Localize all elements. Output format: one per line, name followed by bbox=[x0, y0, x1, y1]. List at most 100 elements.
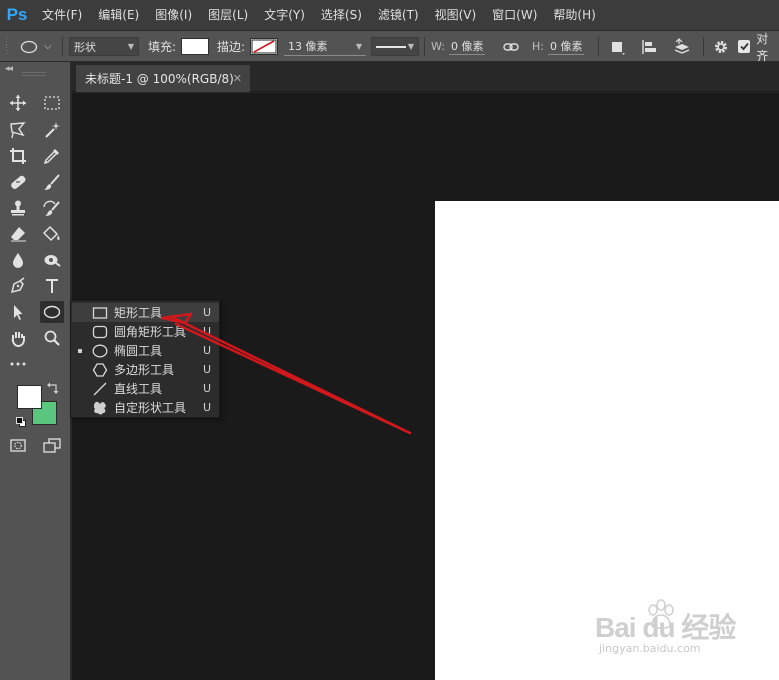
document-tab-bar: 未标题-1 @ 100%(RGB/8) ✕ bbox=[72, 62, 779, 92]
menu-window[interactable]: 窗口(W) bbox=[484, 0, 545, 30]
stroke-color-swatch[interactable] bbox=[250, 38, 279, 55]
flyout-item-label: 多边形工具 bbox=[114, 363, 175, 377]
stroke-type-dropdown[interactable]: ▼ bbox=[371, 37, 419, 56]
chevron-down-icon: ▼ bbox=[355, 41, 362, 51]
fill-color-swatch[interactable] bbox=[181, 38, 210, 55]
eyedropper-tool[interactable] bbox=[40, 145, 64, 167]
lasso-tool[interactable] bbox=[6, 119, 30, 141]
move-icon bbox=[10, 95, 26, 111]
ellipse-icon bbox=[43, 305, 61, 319]
height-field[interactable]: 0 像素 bbox=[547, 38, 585, 55]
default-colors-icon[interactable] bbox=[16, 416, 26, 427]
chevron-down-icon: ▼ bbox=[127, 42, 134, 51]
stroke-label: 描边: bbox=[217, 40, 246, 54]
link-icon bbox=[503, 42, 519, 51]
ellipse-icon bbox=[20, 40, 38, 53]
menu-help[interactable]: 帮助(H) bbox=[545, 0, 603, 30]
flyout-item-shortcut: U bbox=[203, 306, 212, 319]
rectangle-icon bbox=[92, 305, 108, 321]
path-arrangement-button[interactable] bbox=[672, 31, 696, 62]
flyout-item-polygon-tool[interactable]: 多边形工具 U bbox=[72, 360, 219, 379]
magic-wand-icon bbox=[45, 122, 60, 138]
mode-dropdown[interactable]: 形状 ▼ bbox=[69, 37, 139, 56]
flyout-item-custom-shape-tool[interactable]: 自定形状工具 U bbox=[72, 398, 219, 417]
menu-filter[interactable]: 滤镜(T) bbox=[370, 0, 427, 30]
polygonal-lasso-icon bbox=[10, 122, 26, 139]
type-tool[interactable] bbox=[40, 275, 64, 297]
magnifier-icon bbox=[44, 330, 60, 346]
hand-icon bbox=[11, 332, 25, 347]
zoom-tool[interactable] bbox=[40, 327, 64, 349]
checkmark-icon bbox=[740, 42, 749, 51]
path-operations-button[interactable] bbox=[608, 31, 630, 62]
polygon-icon bbox=[92, 362, 108, 378]
flyout-item-rounded-rectangle-tool[interactable]: 圆角矩形工具 U bbox=[72, 322, 219, 341]
line-icon bbox=[92, 381, 108, 397]
dodge-icon bbox=[44, 255, 61, 267]
menu-bar: Ps 文件(F) 编辑(E) 图像(I) 图层(L) 文字(Y) 选择(S) 滤… bbox=[0, 0, 779, 30]
menu-file[interactable]: 文件(F) bbox=[34, 0, 90, 30]
flyout-item-rectangle-tool[interactable]: 矩形工具 U bbox=[72, 303, 219, 322]
clone-stamp-tool[interactable] bbox=[6, 197, 30, 219]
water-drop-icon bbox=[13, 253, 23, 268]
menu-view[interactable]: 视图(V) bbox=[427, 0, 485, 30]
geometry-options-button[interactable] bbox=[713, 31, 731, 62]
blur-tool[interactable] bbox=[6, 249, 30, 271]
history-brush-tool[interactable] bbox=[40, 197, 64, 219]
arrange-layers-icon bbox=[674, 37, 690, 54]
baidu-watermark: Bai du 经验 jingyan.baidu.com bbox=[595, 598, 745, 662]
screen-mode-button[interactable] bbox=[40, 434, 64, 456]
tool-preset-picker[interactable]: ⌵ bbox=[20, 31, 58, 62]
magic-wand-tool[interactable] bbox=[40, 119, 64, 141]
path-alignment-button[interactable] bbox=[640, 31, 662, 62]
flyout-item-shortcut: U bbox=[203, 363, 212, 376]
gear-icon bbox=[715, 40, 727, 53]
document-tab[interactable]: 未标题-1 @ 100%(RGB/8) ✕ bbox=[76, 65, 250, 92]
menu-layer[interactable]: 图层(L) bbox=[200, 0, 256, 30]
flyout-item-label: 矩形工具 bbox=[114, 306, 163, 320]
menu-select[interactable]: 选择(S) bbox=[313, 0, 370, 30]
flyout-item-label: 直线工具 bbox=[114, 382, 163, 396]
bandage-icon bbox=[11, 175, 26, 189]
link-dimensions-button[interactable] bbox=[503, 31, 519, 62]
rounded-rectangle-icon bbox=[92, 324, 108, 340]
move-tool[interactable] bbox=[6, 92, 30, 114]
eraser-tool[interactable] bbox=[6, 223, 30, 245]
chevron-down-icon: ⌵ bbox=[44, 41, 52, 52]
foreground-color-swatch[interactable] bbox=[17, 385, 42, 409]
custom-shape-icon bbox=[92, 400, 108, 416]
menu-image[interactable]: 图像(I) bbox=[147, 0, 200, 30]
paint-bucket-tool[interactable] bbox=[40, 223, 64, 245]
hand-tool[interactable] bbox=[6, 327, 30, 349]
stroke-line-icon bbox=[376, 45, 406, 48]
divider bbox=[703, 37, 704, 56]
eraser-icon bbox=[11, 227, 26, 242]
healing-brush-tool[interactable] bbox=[6, 171, 30, 193]
edit-toolbar-button[interactable] bbox=[6, 353, 30, 375]
stroke-width-dropdown[interactable]: 13 像素 ▼ bbox=[284, 37, 366, 56]
collapse-panel-icon[interactable]: ◂◂ bbox=[5, 64, 13, 74]
width-field[interactable]: 0 像素 bbox=[448, 38, 486, 55]
flyout-item-line-tool[interactable]: 直线工具 U bbox=[72, 379, 219, 398]
ellipse-tool[interactable] bbox=[40, 301, 64, 323]
flyout-item-ellipse-tool[interactable]: 椭圆工具 U bbox=[72, 341, 219, 360]
history-brush-icon bbox=[43, 200, 60, 216]
menu-edit[interactable]: 编辑(E) bbox=[90, 0, 147, 30]
dodge-tool[interactable] bbox=[40, 249, 64, 271]
path-selection-tool[interactable] bbox=[6, 301, 30, 323]
menu-type[interactable]: 文字(Y) bbox=[256, 0, 313, 30]
marquee-tool[interactable] bbox=[40, 92, 64, 114]
chevron-down-icon: ▼ bbox=[407, 42, 414, 51]
align-edges-checkbox[interactable] bbox=[738, 40, 751, 53]
flyout-item-label: 椭圆工具 bbox=[114, 344, 163, 358]
brush-tool[interactable] bbox=[40, 171, 64, 193]
brush-icon bbox=[44, 174, 60, 190]
square-icon bbox=[612, 41, 625, 55]
pen-tool[interactable] bbox=[6, 275, 30, 297]
quick-mask-button[interactable] bbox=[6, 434, 30, 456]
more-icon bbox=[10, 362, 26, 366]
divider bbox=[598, 37, 599, 56]
swap-colors-icon[interactable] bbox=[47, 382, 59, 394]
crop-tool[interactable] bbox=[6, 145, 30, 167]
close-icon[interactable]: ✕ bbox=[233, 72, 242, 85]
